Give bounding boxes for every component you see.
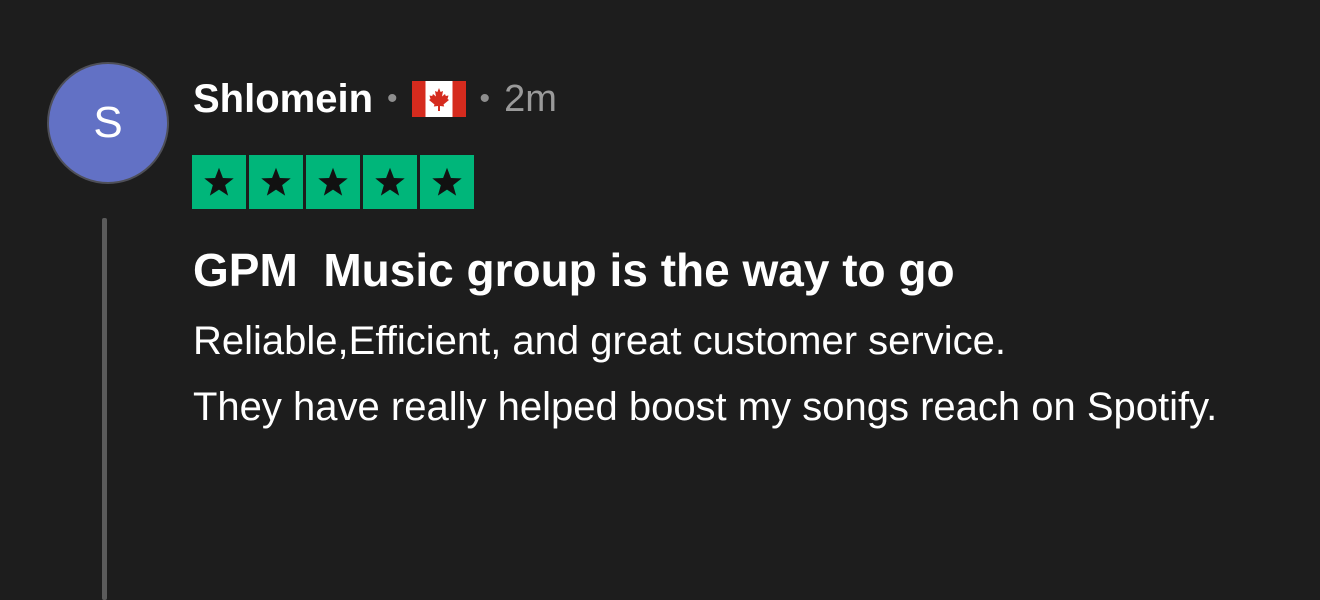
separator-dot: • <box>387 82 398 115</box>
star-rating <box>192 155 474 209</box>
review-body-line: They have really helped boost my songs r… <box>193 385 1218 429</box>
star-icon <box>249 155 303 209</box>
review-header: Shlomein • • 2m <box>193 74 557 124</box>
star-icon <box>363 155 417 209</box>
avatar-initial: S <box>93 98 123 147</box>
review-card: S Shlomein • • 2m GPM Music group is the… <box>0 0 1320 600</box>
thread-line <box>102 218 107 600</box>
time-ago: 2m <box>504 77 557 120</box>
avatar[interactable]: S <box>47 62 169 184</box>
review-body: Reliable,Efficient, and great customer s… <box>193 308 1293 440</box>
separator-dot-2: • <box>479 82 491 115</box>
review-title: GPM Music group is the way to go <box>193 244 955 296</box>
star-icon <box>420 155 474 209</box>
star-icon <box>306 155 360 209</box>
star-icon <box>192 155 246 209</box>
canada-flag-icon <box>411 81 466 117</box>
username[interactable]: Shlomein <box>193 77 373 122</box>
review-body-line: Reliable,Efficient, and great customer s… <box>193 319 1006 363</box>
